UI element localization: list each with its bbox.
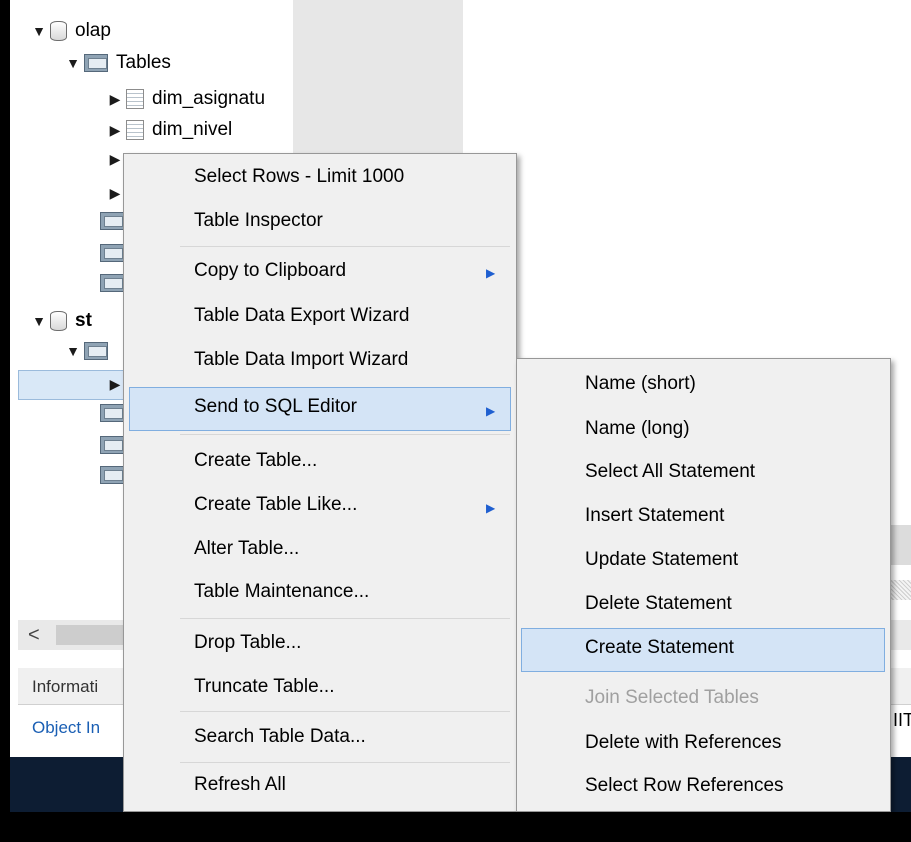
folder-icon	[84, 342, 108, 360]
window-edge	[0, 0, 10, 842]
schema-label: olap	[75, 20, 111, 41]
tree-node-olap[interactable]: ▼ olap	[28, 18, 111, 44]
submenu-item-delete[interactable]: Delete Statement	[585, 591, 732, 617]
submenu-arrow-icon: ▶	[486, 404, 496, 418]
expanded-arrow-icon[interactable]: ▼	[28, 23, 50, 39]
expanded-arrow-icon[interactable]: ▼	[28, 313, 50, 329]
tab-object-info[interactable]: Object In	[32, 718, 100, 738]
database-icon	[50, 21, 67, 41]
submenu-item-create-statement[interactable]: Create Statement	[585, 635, 734, 661]
tables-label: Tables	[116, 52, 171, 73]
folder-icon	[100, 466, 124, 484]
tree-node-schema[interactable]: ▼ st	[28, 308, 92, 334]
menu-item-refresh-all[interactable]: Refresh All	[194, 772, 286, 798]
tab-information[interactable]: Informati	[32, 677, 98, 697]
table-label: dim_asignatu	[152, 88, 266, 109]
submenu-arrow-icon: ▶	[486, 266, 496, 280]
menu-item-create-table[interactable]: Create Table...	[194, 448, 317, 474]
scroll-thumb[interactable]	[56, 625, 126, 645]
menu-separator	[180, 246, 510, 247]
expanded-arrow-icon[interactable]: ▼	[62, 55, 84, 71]
table-label: dim_nivel	[152, 119, 233, 140]
schema-label: st	[75, 310, 92, 331]
collapsed-arrow-icon[interactable]: ▶	[104, 122, 126, 139]
folder-icon	[100, 212, 124, 230]
send-to-sql-editor-submenu: Name (short) Name (long) Select All Stat…	[516, 358, 891, 812]
context-menu: Select Rows - Limit 1000 Table Inspector…	[123, 153, 517, 812]
submenu-item-select-all[interactable]: Select All Statement	[585, 459, 755, 485]
folder-icon	[84, 54, 108, 72]
submenu-item-name-long[interactable]: Name (long)	[585, 416, 690, 442]
menu-separator	[180, 711, 510, 712]
menu-item-alter-table[interactable]: Alter Table...	[194, 536, 299, 562]
folder-icon	[100, 244, 124, 262]
scroll-left-icon[interactable]: <	[28, 624, 40, 647]
table-icon	[126, 120, 144, 140]
menu-item-export-wizard[interactable]: Table Data Export Wizard	[194, 303, 409, 329]
window-bottom-edge	[10, 812, 911, 842]
expanded-arrow-icon[interactable]: ▼	[62, 343, 84, 359]
submenu-item-name-short[interactable]: Name (short)	[585, 371, 696, 397]
menu-separator	[180, 762, 510, 763]
database-icon	[50, 311, 67, 331]
menu-separator	[180, 434, 510, 435]
menu-item-table-maintenance[interactable]: Table Maintenance...	[194, 579, 369, 605]
menu-item-drop-table[interactable]: Drop Table...	[194, 630, 301, 656]
submenu-item-insert[interactable]: Insert Statement	[585, 503, 724, 529]
menu-item-select-rows[interactable]: Select Rows - Limit 1000	[194, 164, 404, 190]
menu-item-import-wizard[interactable]: Table Data Import Wizard	[194, 347, 408, 373]
menu-item-copy-to-clipboard[interactable]: Copy to Clipboard	[194, 258, 346, 284]
partial-text: IIT	[893, 710, 911, 730]
menu-item-create-table-like[interactable]: Create Table Like...	[194, 492, 357, 518]
tree-node-table[interactable]: ▶ dim_asignatu	[104, 86, 265, 112]
tree-node-table[interactable]: ▶ dim_nivel	[104, 117, 232, 143]
editor-background	[463, 0, 911, 360]
submenu-item-select-row-references[interactable]: Select Row References	[585, 773, 784, 799]
submenu-item-join-selected-tables: Join Selected Tables	[585, 687, 759, 708]
submenu-item-delete-with-references[interactable]: Delete with References	[585, 730, 781, 756]
folder-icon	[100, 404, 124, 422]
table-icon	[126, 89, 144, 109]
menu-item-search-table-data[interactable]: Search Table Data...	[194, 724, 366, 750]
folder-icon	[100, 274, 124, 292]
menu-separator	[180, 618, 510, 619]
menu-item-table-inspector[interactable]: Table Inspector	[194, 208, 323, 234]
menu-item-truncate-table[interactable]: Truncate Table...	[194, 674, 334, 700]
tree-node-tables[interactable]: ▼ Tables	[62, 50, 171, 76]
submenu-arrow-icon: ▶	[486, 501, 496, 515]
submenu-item-update[interactable]: Update Statement	[585, 547, 738, 573]
tree-node-tables[interactable]: ▼	[62, 338, 116, 364]
folder-icon	[100, 436, 124, 454]
collapsed-arrow-icon[interactable]: ▶	[104, 91, 126, 108]
menu-gutter	[124, 154, 174, 811]
menu-item-send-to-sql-editor[interactable]: Send to SQL Editor	[194, 394, 357, 420]
